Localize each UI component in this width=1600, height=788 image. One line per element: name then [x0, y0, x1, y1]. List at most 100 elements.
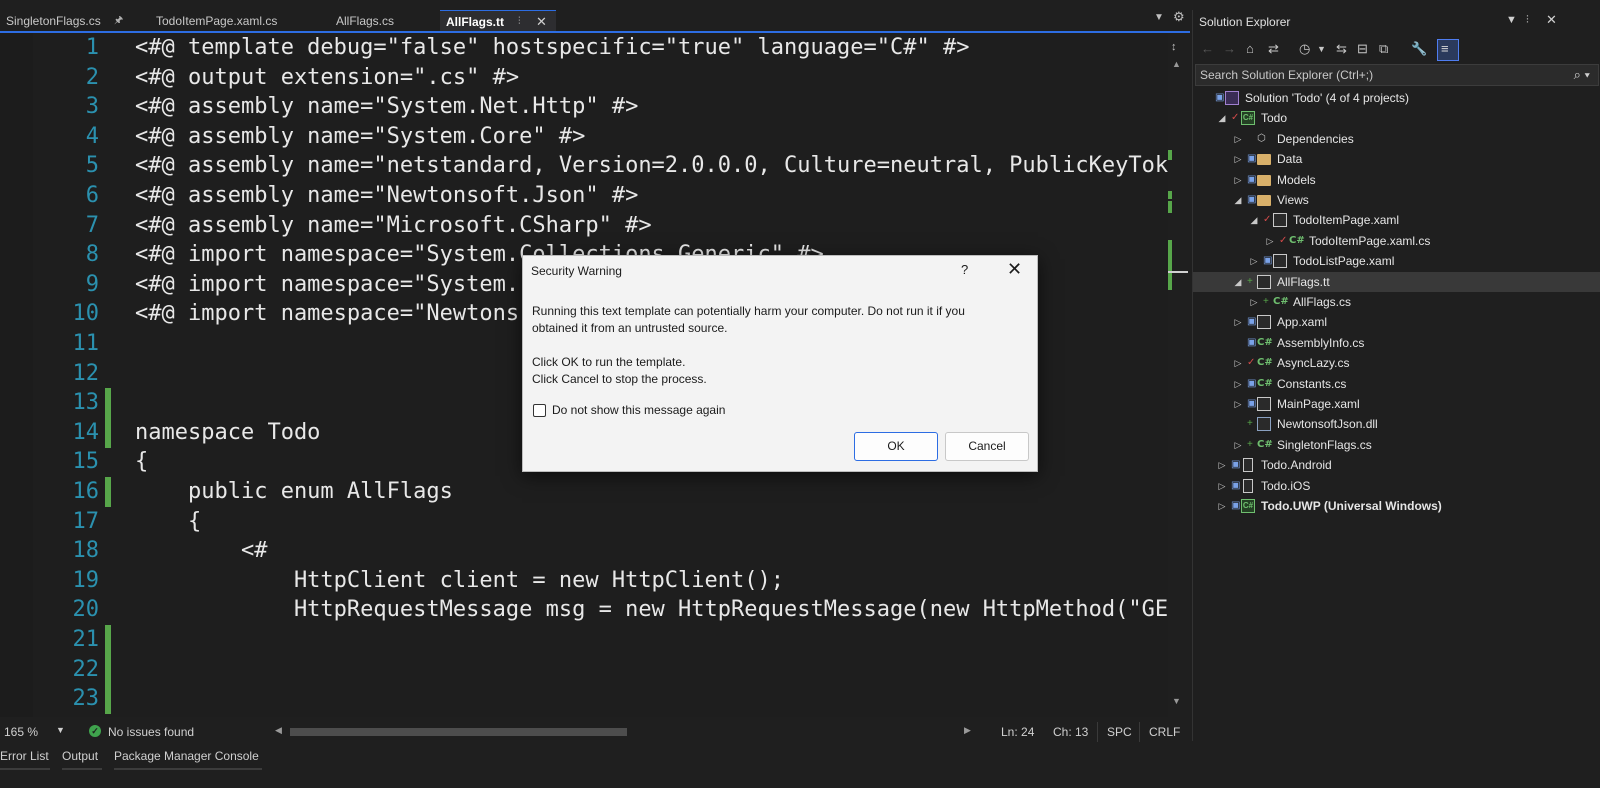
- tree-node[interactable]: ▷ ▣ MainPage.xaml: [1193, 394, 1600, 414]
- search-input[interactable]: Search Solution Explorer (Ctrl+;) ⌕ ▾: [1195, 64, 1599, 86]
- tree-node[interactable]: ▷ + C# AllFlags.cs: [1193, 292, 1600, 312]
- pin-icon[interactable]: 🖈: [114, 10, 123, 32]
- tree-node[interactable]: ◢ ▣ Views: [1193, 190, 1600, 210]
- pin-icon[interactable]: ⫶: [1526, 14, 1529, 27]
- code-line[interactable]: 19 HttpClient client = new HttpClient();: [0, 566, 1168, 596]
- scroll-right-icon[interactable]: ▶: [964, 725, 971, 736]
- code-line[interactable]: 20 HttpRequestMessage msg = new HttpRequ…: [0, 595, 1169, 625]
- expand-arrow-icon[interactable]: ▷: [1217, 476, 1227, 496]
- properties-wrench-icon[interactable]: 🔧: [1411, 41, 1427, 57]
- expand-arrow-icon[interactable]: ▷: [1233, 435, 1243, 455]
- code-line[interactable]: 7 <#@ assembly name="Microsoft.CSharp" #>: [0, 211, 1168, 241]
- code-line[interactable]: 3 <#@ assembly name="System.Net.Http" #>: [0, 92, 1168, 122]
- line-ending-indicator[interactable]: CRLF: [1149, 725, 1180, 739]
- expand-arrow-icon[interactable]: ▷: [1217, 455, 1227, 475]
- tree-node[interactable]: ▷ ⬡ Dependencies: [1193, 129, 1600, 149]
- code-line[interactable]: 1 <#@ template debug="false" hostspecific…: [0, 33, 1168, 63]
- home-icon[interactable]: ⌂: [1246, 41, 1254, 56]
- tab-todoitempage[interactable]: TodoItemPage.xaml.cs: [150, 10, 326, 32]
- expand-arrow-icon[interactable]: ▷: [1233, 353, 1243, 373]
- tree-node[interactable]: ▷ ▣ C# Todo.UWP (Universal Windows): [1193, 496, 1600, 516]
- collapse-all-icon[interactable]: ⊟: [1357, 41, 1368, 57]
- tree-node[interactable]: ▷ ▣ Models: [1193, 170, 1600, 190]
- code-line[interactable]: 18 <#: [0, 536, 1168, 566]
- expand-arrow-icon[interactable]: ▷: [1249, 251, 1259, 271]
- switch-views-icon[interactable]: ⇄: [1268, 41, 1279, 57]
- search-icon[interactable]: ⌕ ▾: [1574, 67, 1590, 83]
- pin-icon[interactable]: ⫶: [518, 11, 521, 33]
- show-all-files-icon[interactable]: ⧉: [1379, 41, 1388, 57]
- collapse-arrow-icon[interactable]: ◢: [1249, 210, 1259, 230]
- tree-node[interactable]: ◢ + AllFlags.tt: [1193, 271, 1600, 292]
- close-icon[interactable]: ✕: [1007, 259, 1022, 280]
- expand-arrow-icon[interactable]: ▷: [1233, 129, 1243, 149]
- tree-node[interactable]: ▷ ▣ TodoListPage.xaml: [1193, 251, 1600, 271]
- tab-singletonflags[interactable]: SingletonFlags.cs 🖈: [0, 10, 148, 32]
- tab-allflags-cs[interactable]: AllFlags.cs: [330, 10, 438, 32]
- expand-arrow-icon[interactable]: ▷: [1217, 496, 1227, 516]
- vertical-scrollbar[interactable]: ↕ ▲ ▼: [1168, 33, 1188, 717]
- expand-arrow-icon[interactable]: ▷: [1265, 231, 1275, 251]
- close-icon[interactable]: ✕: [1546, 12, 1557, 28]
- issues-status[interactable]: No issues found: [108, 725, 194, 739]
- tab-package-manager-console[interactable]: Package Manager Console: [114, 749, 259, 763]
- tree-node[interactable]: ◢ ✓ C# Todo: [1193, 108, 1600, 128]
- expand-arrow-icon[interactable]: ▷: [1233, 374, 1243, 394]
- code-line[interactable]: 5 <#@ assembly name="netstandard, Version…: [0, 151, 1168, 181]
- expand-arrow-icon[interactable]: ▷: [1233, 394, 1243, 414]
- code-line[interactable]: 6 <#@ assembly name="Newtonsoft.Json" #>: [0, 181, 1168, 211]
- back-icon[interactable]: ←: [1201, 41, 1214, 56]
- code-line[interactable]: 16 public enum AllFlags: [0, 477, 1168, 507]
- tab-error-list[interactable]: Error List: [0, 749, 49, 763]
- scroll-down-icon[interactable]: ▼: [1172, 696, 1181, 706]
- expand-arrow-icon[interactable]: ▷: [1233, 149, 1243, 169]
- zoom-dropdown-icon[interactable]: ▼: [56, 725, 65, 735]
- tree-node[interactable]: ▷ + C# SingletonFlags.cs: [1193, 435, 1600, 455]
- settings-gear-icon[interactable]: ⚙: [1173, 9, 1185, 25]
- tree-node[interactable]: ▷ ▣ Data: [1193, 149, 1600, 169]
- tab-output[interactable]: Output: [62, 749, 98, 763]
- collapse-arrow-icon[interactable]: ◢: [1217, 108, 1227, 128]
- horizontal-scroll-thumb[interactable]: [290, 728, 627, 736]
- tree-node[interactable]: ▷ ✓ C# TodoItemPage.xaml.cs: [1193, 231, 1600, 251]
- tree-node[interactable]: ▣ Solution 'Todo' (4 of 4 projects): [1193, 88, 1600, 108]
- expand-arrow-icon[interactable]: ▷: [1233, 312, 1243, 332]
- code-line[interactable]: 17 {: [0, 507, 1168, 537]
- tree-node[interactable]: ▷ ▣ Todo.Android: [1193, 455, 1600, 475]
- column-indicator[interactable]: Ch: 13: [1053, 725, 1088, 739]
- scroll-left-icon[interactable]: ◀: [275, 725, 282, 736]
- tree-node[interactable]: ◢ ✓ TodoItemPage.xaml: [1193, 210, 1600, 230]
- whitespace-indicator[interactable]: SPC: [1107, 725, 1132, 739]
- pending-changes-filter-icon[interactable]: ◷: [1299, 41, 1310, 57]
- line-indicator[interactable]: Ln: 24: [1001, 725, 1034, 739]
- filter-dropdown-icon[interactable]: ▼: [1317, 44, 1326, 54]
- checkbox-label[interactable]: Do not show this message again: [552, 403, 725, 417]
- split-window-icon[interactable]: ↕: [1171, 41, 1177, 53]
- tree-node[interactable]: ▷ ▣ C# Constants.cs: [1193, 374, 1600, 394]
- scroll-up-icon[interactable]: ▲: [1172, 59, 1181, 69]
- panel-menu-dropdown-icon[interactable]: ▼: [1506, 14, 1517, 26]
- tab-allflags-tt[interactable]: AllFlags.tt ⫶ ✕: [440, 10, 556, 32]
- code-line[interactable]: 4 <#@ assembly name="System.Core" #>: [0, 122, 1168, 152]
- sync-icon[interactable]: ⇆: [1336, 41, 1347, 57]
- code-line[interactable]: 22: [0, 654, 1168, 685]
- collapse-arrow-icon[interactable]: ◢: [1233, 190, 1243, 210]
- expand-arrow-icon[interactable]: ▷: [1249, 292, 1259, 312]
- tree-node[interactable]: ▷ ▣ Todo.iOS: [1193, 476, 1600, 496]
- zoom-level[interactable]: 165 %: [4, 725, 38, 739]
- code-line[interactable]: 2 <#@ output extension=".cs" #>: [0, 63, 1168, 93]
- forward-icon[interactable]: →: [1223, 41, 1236, 56]
- code-line[interactable]: 21: [0, 625, 1168, 655]
- expand-arrow-icon[interactable]: ▷: [1233, 170, 1243, 190]
- ok-button[interactable]: OK: [854, 432, 938, 461]
- tree-node[interactable]: ▷ ▣ App.xaml: [1193, 312, 1600, 332]
- close-tab-icon[interactable]: ✕: [536, 11, 547, 33]
- help-icon[interactable]: ?: [961, 262, 968, 277]
- cancel-button[interactable]: Cancel: [945, 432, 1029, 461]
- dont-show-again-checkbox[interactable]: [533, 404, 546, 417]
- tree-node[interactable]: + NewtonsoftJson.dll: [1193, 414, 1600, 434]
- tree-node[interactable]: ▣ C# AssemblyInfo.cs: [1193, 333, 1600, 353]
- tree-node[interactable]: ▷ ✓ C# AsyncLazy.cs: [1193, 353, 1600, 373]
- code-line[interactable]: 23: [0, 684, 1168, 715]
- tab-overflow-dropdown-icon[interactable]: ▼: [1154, 12, 1164, 23]
